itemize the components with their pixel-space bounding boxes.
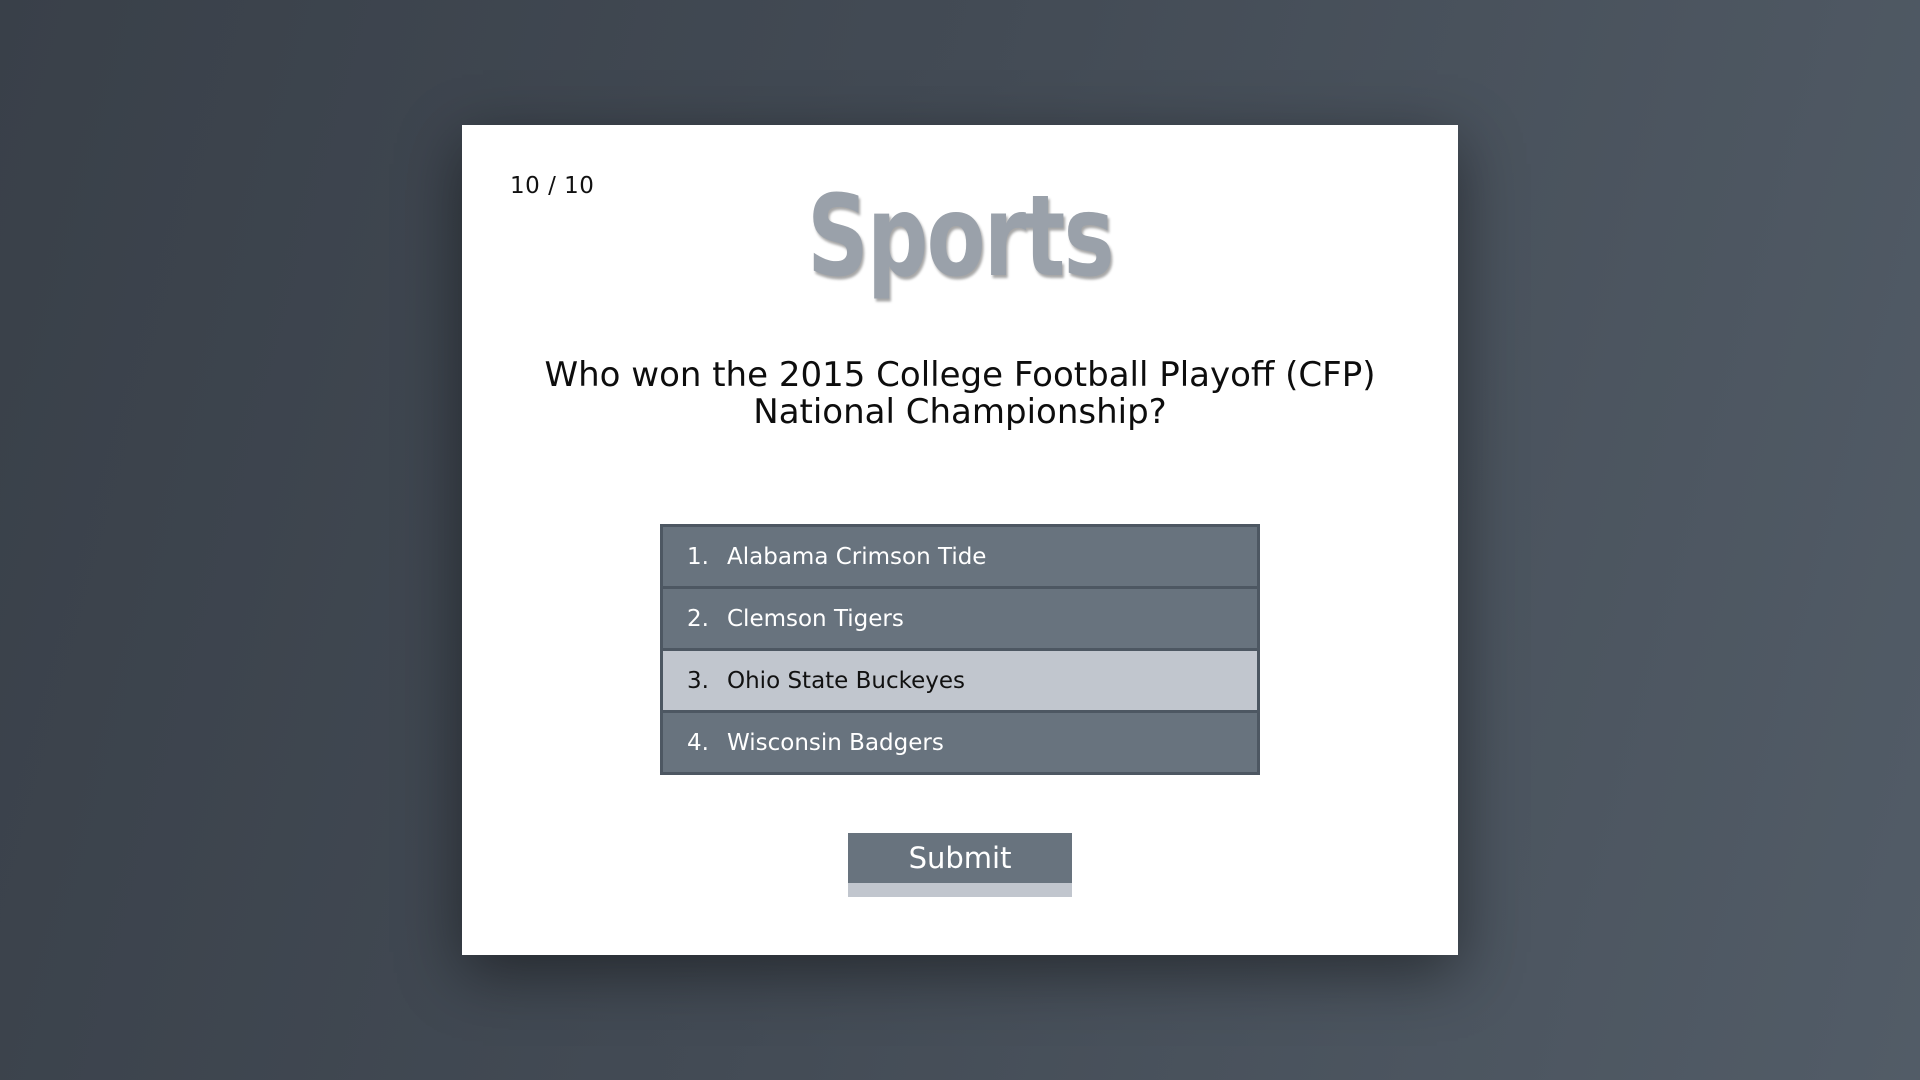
answer-number: 3.: [687, 667, 709, 694]
answer-option-2[interactable]: 2. Clemson Tigers: [663, 589, 1257, 651]
question-text: Who won the 2015 College Football Playof…: [544, 355, 1376, 432]
submit-button[interactable]: Submit: [848, 833, 1072, 897]
answer-option-3[interactable]: 3. Ohio State Buckeyes: [663, 651, 1257, 713]
answer-option-4[interactable]: 4. Wisconsin Badgers: [663, 713, 1257, 772]
answer-number: 4.: [687, 729, 709, 756]
answer-list: 1. Alabama Crimson Tide 2. Clemson Tiger…: [660, 524, 1260, 775]
answer-label: Wisconsin Badgers: [727, 729, 944, 756]
answer-number: 1.: [687, 543, 709, 570]
category-title: Sports: [807, 172, 1115, 302]
quiz-card: 10 / 10 Sports Who won the 2015 College …: [462, 125, 1458, 955]
answer-label: Clemson Tigers: [727, 605, 904, 632]
answer-number: 2.: [687, 605, 709, 632]
answer-option-1[interactable]: 1. Alabama Crimson Tide: [663, 527, 1257, 589]
answer-label: Ohio State Buckeyes: [727, 667, 966, 694]
answer-label: Alabama Crimson Tide: [727, 543, 987, 570]
